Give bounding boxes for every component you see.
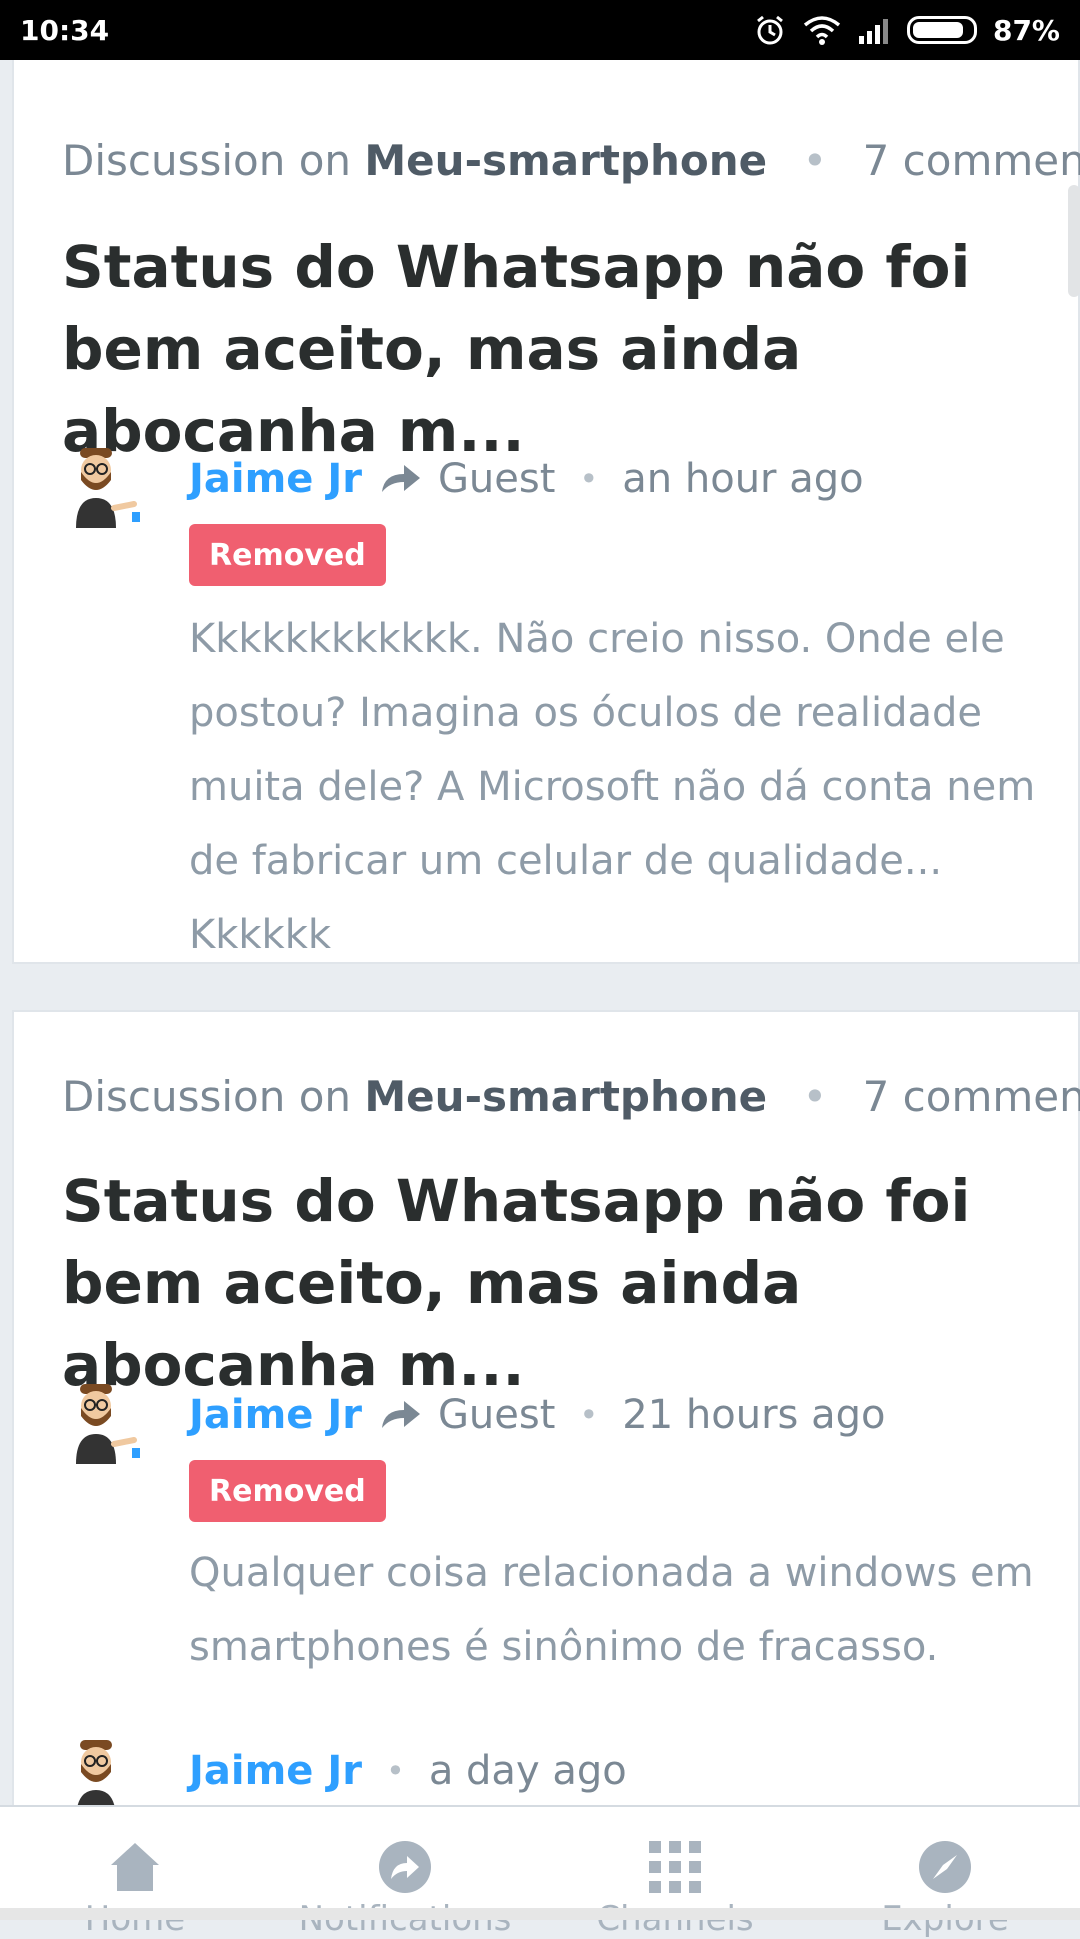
reply-to-name[interactable]: Guest <box>438 456 555 502</box>
scrollbar[interactable] <box>1068 185 1080 297</box>
author-name[interactable]: Jaime Jr <box>189 456 362 502</box>
nav-explore[interactable]: Explore <box>810 1807 1080 1939</box>
reply-arrow-icon <box>380 462 422 496</box>
comment-time[interactable]: an hour ago <box>622 456 863 502</box>
bottom-navigation: Home Notifications Channels Explore <box>0 1805 1080 1939</box>
comment-feed[interactable]: Discussion on Meu-smartphone • 7 comment… <box>0 60 1080 1805</box>
battery-percent: 87% <box>992 13 1060 47</box>
separator-dot: • <box>579 1396 599 1434</box>
signal-icon <box>857 16 891 44</box>
comment-body: Qualquer coisa relacionada a windows em … <box>189 1550 1034 1670</box>
discussion-prefix: Discussion on <box>62 136 352 185</box>
comment-meta: Jaime Jr Guest • 21 hours ago <box>189 1392 885 1438</box>
avatar[interactable] <box>66 1378 146 1468</box>
comment-time[interactable]: a day ago <box>429 1748 627 1794</box>
forum-link[interactable]: Meu-smartphone <box>364 136 767 185</box>
separator-dot: • <box>385 1752 405 1790</box>
gesture-bar <box>0 1908 1080 1920</box>
comment-count[interactable]: 7 comments <box>863 1072 1080 1121</box>
nav-notifications[interactable]: Notifications <box>270 1807 540 1939</box>
avatar[interactable] <box>66 1734 146 1805</box>
reply-arrow-icon <box>380 1398 422 1432</box>
reply-to-name[interactable]: Guest <box>438 1392 555 1438</box>
separator-dot: • <box>802 136 828 185</box>
discussion-prefix: Discussion on <box>62 1072 352 1121</box>
separator-dot: • <box>802 1072 828 1121</box>
discussion-line: Discussion on Meu-smartphone • 7 comment… <box>62 136 1080 185</box>
comment-time[interactable]: 21 hours ago <box>622 1392 885 1438</box>
status-icons: 87% <box>753 13 1060 47</box>
alarm-icon <box>753 13 787 47</box>
status-bar: 10:34 87% <box>0 0 1080 60</box>
explore-icon <box>917 1839 973 1895</box>
battery-icon <box>906 16 977 44</box>
thread-title[interactable]: Status do Whatsapp não foi bem aceito, m… <box>62 226 1062 472</box>
comment-card: Discussion on Meu-smartphone • 7 comment… <box>12 60 1080 964</box>
comment-meta: Jaime Jr Guest • an hour ago <box>189 456 864 502</box>
home-icon <box>107 1839 163 1895</box>
forum-link[interactable]: Meu-smartphone <box>364 1072 767 1121</box>
nav-home[interactable]: Home <box>0 1807 270 1939</box>
author-name[interactable]: Jaime Jr <box>189 1392 362 1438</box>
comment-count[interactable]: 7 comments <box>863 136 1080 185</box>
channels-icon <box>647 1839 703 1895</box>
comment-meta: Jaime Jr • a day ago <box>189 1748 627 1794</box>
separator-dot: • <box>579 460 599 498</box>
wifi-icon <box>803 15 841 45</box>
comment-body: Kkkkkkkkkkkk. Não creio nisso. Onde ele … <box>189 616 1036 958</box>
comment-card: Discussion on Meu-smartphone • 7 comment… <box>12 1010 1080 1805</box>
author-name[interactable]: Jaime Jr <box>189 1748 362 1794</box>
removed-badge: Removed <box>189 524 386 586</box>
notifications-icon <box>377 1839 433 1895</box>
discussion-line: Discussion on Meu-smartphone • 7 comment… <box>62 1072 1080 1121</box>
removed-badge: Removed <box>189 1460 386 1522</box>
avatar[interactable] <box>66 442 146 532</box>
status-time: 10:34 <box>20 13 110 47</box>
thread-title[interactable]: Status do Whatsapp não foi bem aceito, m… <box>62 1160 1062 1406</box>
nav-channels[interactable]: Channels <box>540 1807 810 1939</box>
